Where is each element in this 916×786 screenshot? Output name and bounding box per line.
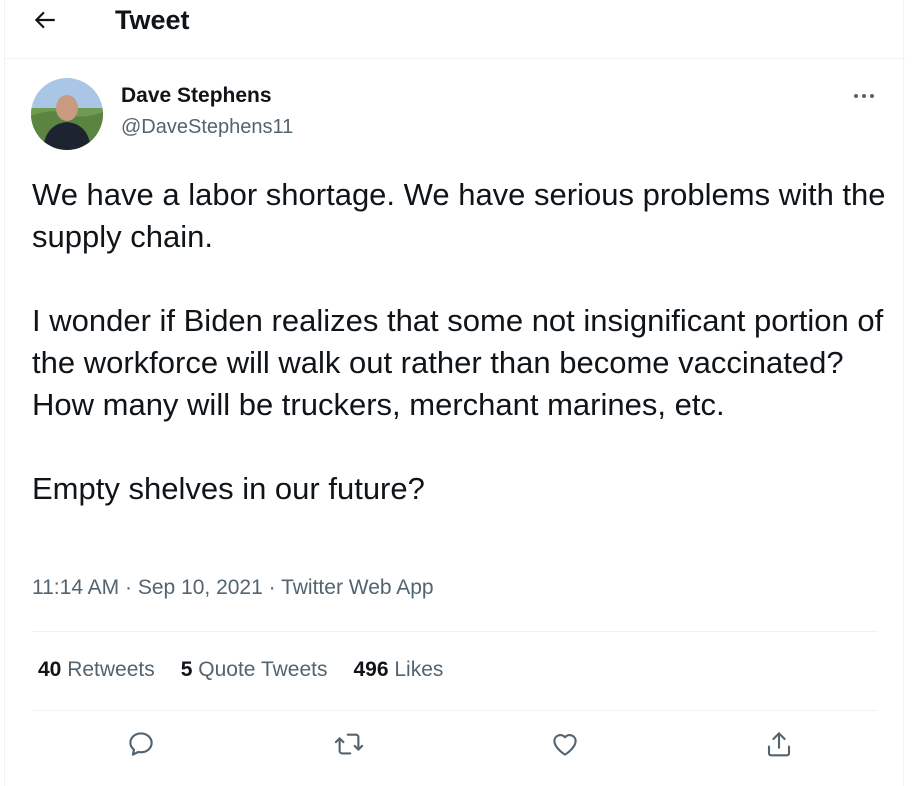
separator: ·: [262, 576, 282, 599]
arrow-left-icon: [32, 7, 58, 38]
page-title: Tweet: [115, 5, 190, 35]
share-icon: [764, 729, 794, 764]
likes-stat[interactable]: 496 Likes: [353, 658, 443, 681]
retweets-count: 40: [38, 658, 62, 681]
avatar[interactable]: [31, 78, 103, 150]
tweet-stats: 40 Retweets 5 Quote Tweets 496 Likes: [38, 656, 469, 684]
tweet-source[interactable]: Twitter Web App: [281, 576, 434, 599]
divider: [32, 710, 878, 711]
tweet-paragraph: I wonder if Biden realizes that some not…: [32, 303, 884, 422]
quote-tweets-count: 5: [180, 658, 193, 681]
quote-tweets-stat[interactable]: 5 Quote Tweets: [181, 658, 328, 681]
likes-count: 496: [353, 658, 389, 681]
more-icon: [852, 87, 876, 105]
like-button[interactable]: [545, 726, 585, 766]
divider: [32, 631, 878, 632]
retweet-button[interactable]: [329, 726, 369, 766]
reply-icon: [126, 729, 156, 764]
tweet-date[interactable]: Sep 10, 2021: [138, 576, 263, 599]
tweet-text: We have a labor shortage. We have seriou…: [32, 174, 892, 510]
tweet-paragraph: We have a labor shortage. We have seriou…: [32, 177, 886, 254]
retweets-stat[interactable]: 40 Retweets: [38, 658, 155, 681]
author-name[interactable]: Dave Stephens: [121, 83, 272, 109]
like-icon: [550, 729, 580, 764]
tweet-paragraph: Empty shelves in our future?: [32, 471, 425, 506]
back-button[interactable]: [27, 4, 63, 40]
separator: ·: [119, 576, 138, 599]
author-handle[interactable]: @DaveStephens11: [121, 114, 293, 140]
tweet-metadata: 11:14 AM · Sep 10, 2021 · Twitter Web Ap…: [32, 574, 434, 602]
retweet-icon: [334, 729, 364, 764]
share-button[interactable]: [759, 726, 799, 766]
retweets-label: Retweets: [67, 658, 155, 681]
tweet-time[interactable]: 11:14 AM: [32, 576, 119, 599]
header-bar: Tweet: [5, 0, 905, 59]
tweet-page: Tweet Dave Stephens @DaveStephens11 We h…: [4, 0, 905, 786]
more-options-button[interactable]: [849, 84, 879, 108]
likes-label: Likes: [394, 658, 444, 681]
quote-tweets-label: Quote Tweets: [198, 658, 328, 681]
reply-button[interactable]: [121, 726, 161, 766]
